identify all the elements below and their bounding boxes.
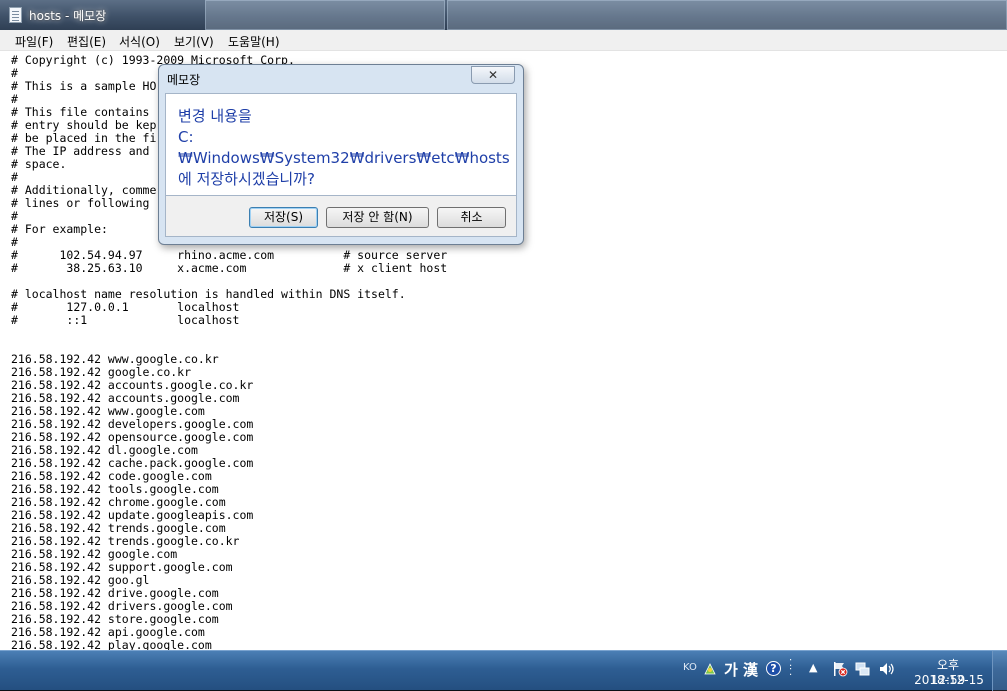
show-desktop-button[interactable] (992, 651, 1007, 691)
notepad-icon (9, 7, 22, 23)
menu-file[interactable]: 파일(F) (15, 33, 53, 50)
action-center-flag-icon[interactable] (832, 661, 848, 677)
help-icon[interactable]: ? (766, 661, 781, 676)
volume-icon[interactable] (879, 661, 895, 677)
menu-help[interactable]: 도움말(H) (228, 33, 280, 50)
language-indicator[interactable]: KO (683, 662, 697, 673)
dialog-message-line: 변경 내용을 (178, 107, 252, 125)
ime-hangul-mode[interactable]: 가 (724, 659, 738, 680)
dialog-message-path: C:₩Windows₩System32₩drivers₩etc₩hosts (178, 128, 510, 167)
menu-bar: 파일(F) 편집(E) 서식(O) 보기(V) 도움말(H) (0, 30, 1007, 51)
taskbar-background-ghost (10, 655, 260, 689)
dialog-message-line: 에 저장하시겠습니까? (178, 170, 315, 188)
show-hidden-icons-icon[interactable]: ▲ (809, 661, 817, 674)
dialog-title: 메모장 (167, 73, 201, 87)
taskbar: KO 가 漢 ? ⁚ ⁚ ▲ 오후 12:59 2018-12-15 (0, 650, 1007, 691)
window-title: hosts - 메모장 (29, 9, 107, 23)
dialog-message-area: 변경 내용을 C:₩Windows₩System32₩drivers₩etc₩h… (165, 93, 517, 196)
menu-edit[interactable]: 편집(E) (67, 33, 106, 50)
background-window-ghost (205, 0, 445, 30)
title-bar[interactable]: hosts - 메모장 (0, 0, 1007, 30)
ime-hanja-mode[interactable]: 漢 (743, 659, 758, 680)
menu-format[interactable]: 서식(O) (119, 33, 160, 50)
save-changes-dialog: 메모장 ✕ 변경 내용을 C:₩Windows₩System32₩drivers… (158, 64, 524, 245)
dialog-button-bar: 저장(S) 저장 안 함(N) 취소 (165, 196, 517, 237)
dialog-message: 변경 내용을 C:₩Windows₩System32₩drivers₩etc₩h… (178, 106, 516, 190)
dont-save-button[interactable]: 저장 안 함(N) (326, 207, 429, 228)
network-icon[interactable] (855, 661, 871, 677)
save-button[interactable]: 저장(S) (249, 207, 318, 228)
ime-options-icon[interactable]: ⁚ ⁚ (789, 659, 792, 678)
dialog-close-button[interactable]: ✕ (471, 66, 515, 84)
menu-view[interactable]: 보기(V) (174, 33, 214, 50)
ime-pad-icon[interactable] (703, 661, 717, 675)
clock-date[interactable]: 2018-12-15 (910, 673, 988, 687)
background-window-ghost-2 (447, 0, 1007, 30)
cancel-button[interactable]: 취소 (437, 207, 506, 228)
